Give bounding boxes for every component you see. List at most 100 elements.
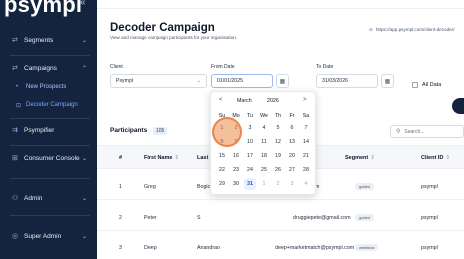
calendar-day[interactable]: 20 <box>286 150 298 162</box>
sidebar-item-label: Campaigns <box>24 64 57 72</box>
calendar-day[interactable]: 4 <box>300 178 312 190</box>
sidebar-item-psympifier[interactable]: ⇉ Psympifier <box>0 120 97 140</box>
campaign-url: https://app.psympl.com/client-decoder/ <box>375 27 455 32</box>
participants-title: Participants <box>110 127 148 134</box>
month-label[interactable]: March <box>237 98 252 104</box>
first-name-cell: Peter <box>144 215 157 221</box>
divider <box>10 145 90 146</box>
calendar-day[interactable]: 23 <box>230 164 242 176</box>
table-row[interactable]: 2 Peter S druggiepete@gmail.com guided p… <box>97 203 464 231</box>
collapse-sidebar-icon[interactable]: « <box>80 0 86 8</box>
prev-month-button[interactable]: < <box>219 97 223 103</box>
calendar-day[interactable]: 6 <box>286 122 298 134</box>
from-date-value: 01/01/2025 <box>217 78 243 84</box>
calendar-day[interactable]: 2 <box>272 178 284 190</box>
calendar-day[interactable]: 28 <box>300 164 312 176</box>
column-label: First Name <box>144 155 173 161</box>
sidebar-item-segments[interactable]: ⇄ Segments ⌄ <box>0 30 97 50</box>
app-logo: psympl <box>4 0 83 17</box>
divider <box>10 118 90 119</box>
sidebar-item-campaigns[interactable]: ⇄ Campaigns ⌃ <box>0 58 97 78</box>
sidebar-item-label: Consumer Console <box>24 154 80 162</box>
sidebar-item-decoder-campaign[interactable]: ⊡ Decoder Campaign <box>0 98 97 112</box>
all-data-checkbox[interactable] <box>412 82 418 88</box>
weekday-label: We <box>260 113 268 119</box>
row-number: 2 <box>119 215 122 221</box>
from-date-input[interactable]: 01/01/2025 <box>211 74 273 88</box>
apply-button[interactable] <box>452 98 464 114</box>
sidebar-item-super-admin[interactable]: ◎ Super Admin ⌄ <box>0 226 97 246</box>
chevron-down-icon: ⌄ <box>82 233 88 240</box>
column-header-client-id[interactable]: Client ID ⇕ <box>421 155 450 161</box>
calendar-day[interactable]: 21 <box>300 150 312 162</box>
calendar-day[interactable]: 16 <box>230 150 242 162</box>
search-input[interactable]: ⚲ Search... <box>390 125 464 138</box>
calendar-day[interactable]: 17 <box>244 150 256 162</box>
client-label: Client <box>110 64 123 70</box>
last-name-cell: Bogic <box>197 184 211 190</box>
admin-icon: ⚇ <box>12 195 19 202</box>
calendar-day[interactable]: 3 <box>286 178 298 190</box>
next-month-button[interactable]: > <box>303 97 307 103</box>
sort-icon: ⇕ <box>174 155 180 161</box>
first-name-cell: Greg <box>144 184 156 190</box>
calendar-day[interactable]: 1 <box>258 178 270 190</box>
calendar-day[interactable]: 4 <box>258 122 270 134</box>
calendar-day[interactable]: 29 <box>216 178 228 190</box>
chevron-down-icon: ⌄ <box>196 78 201 84</box>
sidebar-item-new-prospects[interactable]: • New Prospects <box>0 80 97 94</box>
calendar-day[interactable]: 25 <box>258 164 270 176</box>
sidebar-item-admin[interactable]: ⚇ Admin ⌄ <box>0 188 97 208</box>
last-name-cell: Anandrao <box>197 245 220 251</box>
page-subtitle: View and manage campaign participants fo… <box>110 35 238 40</box>
segment-badge: guided <box>355 183 374 190</box>
sort-icon: ⇕ <box>370 155 375 161</box>
calendar-day[interactable]: 10 <box>244 136 256 148</box>
link-icon: ⊘ <box>369 27 373 32</box>
calendar-day[interactable]: 13 <box>286 136 298 148</box>
weekday-label: Th <box>274 113 282 119</box>
client-id-cell: psympl <box>421 215 438 221</box>
sidebar-item-label: Psympifier <box>24 126 55 134</box>
chevron-up-icon: ⌃ <box>82 65 88 72</box>
client-value: Psympl <box>116 78 134 84</box>
first-name-cell: Deep <box>144 245 157 251</box>
all-data-label: All Data <box>422 82 442 88</box>
click-highlight-indicator <box>212 117 242 147</box>
calendar-day[interactable]: 31 <box>244 178 256 190</box>
calendar-day[interactable]: 5 <box>272 122 284 134</box>
column-header-first-name[interactable]: First Name ⇕ <box>144 155 179 161</box>
column-header-number: # <box>119 155 123 161</box>
email-cell: deep+marketmatch@psympl.com <box>275 245 355 251</box>
sidebar: psympl « ⇄ Segments ⌄ ⇄ Campaigns ⌃ • Ne… <box>0 0 97 259</box>
calendar-day[interactable]: 19 <box>272 150 284 162</box>
sidebar-item-consumer-console[interactable]: ⊞ Consumer Console ⌄ <box>0 148 97 168</box>
calendar-day[interactable]: 7 <box>300 122 312 134</box>
calendar-day[interactable]: 18 <box>258 150 270 162</box>
chevron-down-icon: ⌄ <box>82 155 88 162</box>
flag-icon: ⊡ <box>16 102 22 109</box>
calendar-day[interactable]: 22 <box>216 164 228 176</box>
year-label[interactable]: 2026 <box>267 98 279 104</box>
from-calendar-button[interactable]: ▦ <box>276 74 289 88</box>
search-placeholder: Search... <box>404 128 425 135</box>
sidebar-item-label: Super Admin <box>24 232 62 240</box>
to-calendar-button[interactable]: ▦ <box>381 74 394 88</box>
client-select[interactable]: Psympl ⌄ <box>110 74 207 88</box>
calendar-day[interactable]: 3 <box>244 122 256 134</box>
calendar-day[interactable]: 12 <box>272 136 284 148</box>
to-date-input[interactable]: 31/03/2026 <box>316 74 378 88</box>
calendar-day[interactable]: 26 <box>272 164 284 176</box>
calendar-day[interactable]: 27 <box>286 164 298 176</box>
calendar-day[interactable]: 14 <box>300 136 312 148</box>
table-row[interactable]: 3 Deep Anandrao deep+marketmatch@psympl.… <box>97 233 464 259</box>
console-icon: ⊞ <box>12 155 18 162</box>
sidebar-item-label: Decoder Campaign <box>26 102 78 108</box>
column-header-segment[interactable]: Segment ⇕ <box>345 155 375 161</box>
chevron-down-icon: ⌄ <box>82 37 88 44</box>
calendar-day[interactable]: 24 <box>244 164 256 176</box>
calendar-day[interactable]: 30 <box>230 178 242 190</box>
calendar-day[interactable]: 11 <box>258 136 270 148</box>
campaign-url-link[interactable]: ⊘ https://app.psympl.com/client-decoder/ <box>369 27 455 33</box>
calendar-day[interactable]: 15 <box>216 150 228 162</box>
